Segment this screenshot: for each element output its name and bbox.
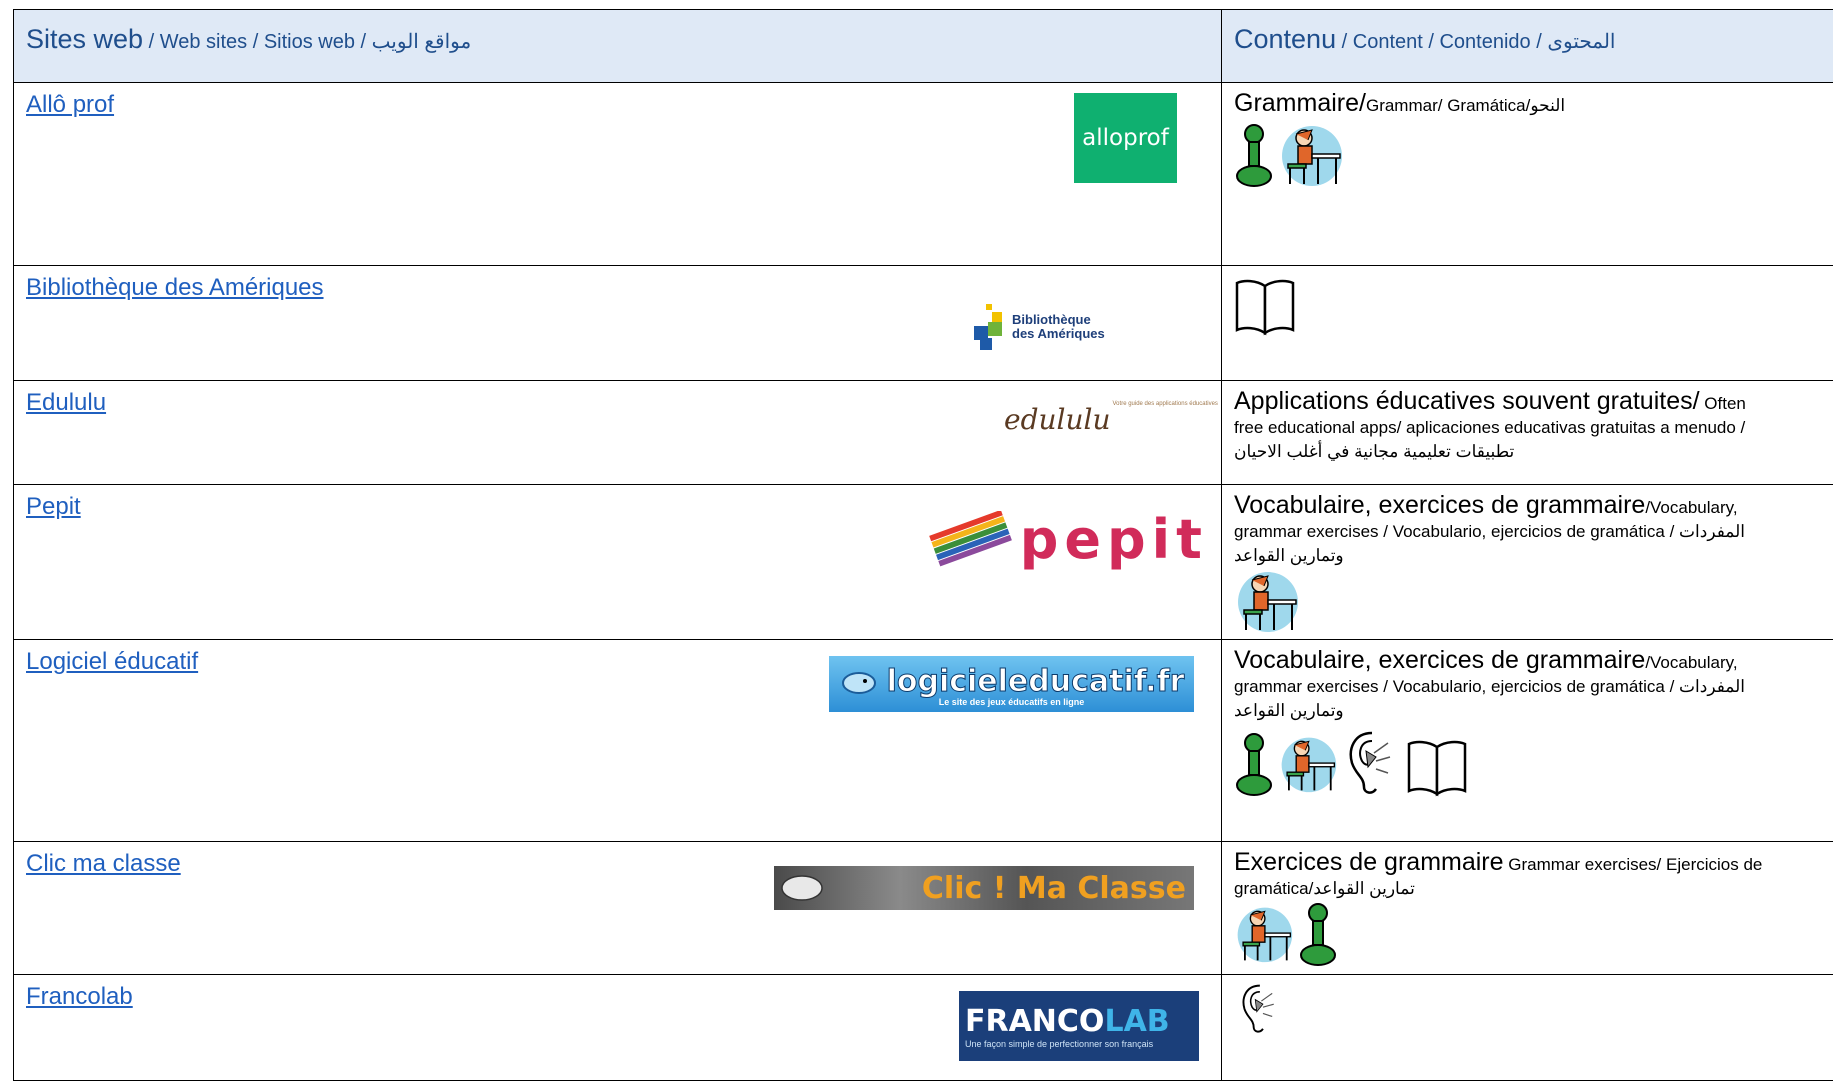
websites-table: Sites web / Web sites / Sitios web / موا… bbox=[13, 9, 1833, 1081]
table-row: Francolab FRANCOLAB Une façon simple de … bbox=[13, 974, 1833, 1081]
content-cell bbox=[1221, 265, 1833, 381]
student-desk-icon bbox=[1278, 122, 1344, 193]
content-cell: Applications éducatives souvent gratuite… bbox=[1221, 380, 1833, 485]
site-cell: Allô prof alloprof bbox=[13, 82, 1222, 266]
ear-icon bbox=[1342, 727, 1392, 802]
game-piece-icon bbox=[1234, 122, 1274, 193]
header-content: Contenu / Content / Contenido / المحتوى bbox=[1221, 9, 1833, 83]
content-cell: Vocabulaire, exercices de grammaire/Voca… bbox=[1221, 639, 1833, 842]
table-row: Bibliothèque des Amériques Bibliothèque … bbox=[13, 265, 1833, 381]
table-row: Logiciel éducatif logicieleducatif.fr Le… bbox=[13, 639, 1833, 842]
site-link-pepit[interactable]: Pepit bbox=[26, 493, 81, 521]
logiciel-educatif-logo: logicieleducatif.fr Le site des jeux édu… bbox=[829, 656, 1194, 712]
francolab-logo: FRANCOLAB Une façon simple de perfection… bbox=[959, 991, 1199, 1061]
game-piece-icon bbox=[1234, 731, 1274, 802]
clic-ma-classe-logo: Clic ! Ma Classe bbox=[774, 866, 1194, 910]
content-cell: Vocabulaire, exercices de grammaire/Voca… bbox=[1221, 484, 1833, 640]
bibliotheque-mark-icon bbox=[974, 304, 1002, 350]
site-cell: Bibliothèque des Amériques Bibliothèque … bbox=[13, 265, 1222, 381]
mouse-icon bbox=[781, 875, 823, 901]
site-link-bibliotheque[interactable]: Bibliothèque des Amériques bbox=[26, 274, 324, 302]
site-link-clic-ma-classe[interactable]: Clic ma classe bbox=[26, 850, 181, 878]
top-decoration bbox=[0, 0, 1833, 8]
pepit-logo: pepit bbox=[928, 503, 1208, 575]
book-icon bbox=[1406, 739, 1468, 802]
book-icon bbox=[1234, 278, 1296, 341]
site-cell: Pepit pepit bbox=[13, 484, 1222, 640]
site-cell: Edululu edululu Votre guide des applicat… bbox=[13, 380, 1222, 485]
table-row: Pepit pepit Vocabulaire, exercices de gr… bbox=[13, 484, 1833, 640]
site-link-alloprof[interactable]: Allô prof bbox=[26, 91, 114, 119]
student-desk-icon bbox=[1278, 731, 1338, 802]
header-sites: Sites web / Web sites / Sitios web / موا… bbox=[13, 9, 1222, 83]
alloprof-logo: alloprof bbox=[1074, 93, 1177, 183]
edululu-logo: edululu Votre guide des applications édu… bbox=[1004, 401, 1218, 436]
table-row: Allô prof alloprof Grammaire/Grammar/ Gr… bbox=[13, 82, 1833, 266]
site-cell: Logiciel éducatif logicieleducatif.fr Le… bbox=[13, 639, 1222, 842]
content-cell bbox=[1221, 974, 1833, 1081]
pencils-icon bbox=[929, 511, 1012, 567]
game-piece-icon bbox=[1298, 901, 1338, 972]
header-row: Sites web / Web sites / Sitios web / موا… bbox=[13, 9, 1833, 83]
student-desk-icon bbox=[1234, 901, 1294, 972]
site-link-edululu[interactable]: Edululu bbox=[26, 389, 106, 417]
dolphin-icon bbox=[841, 672, 876, 694]
site-link-francolab[interactable]: Francolab bbox=[26, 983, 133, 1011]
site-cell: Francolab FRANCOLAB Une façon simple de … bbox=[13, 974, 1222, 1081]
table-row: Edululu edululu Votre guide des applicat… bbox=[13, 380, 1833, 485]
bibliotheque-logo: Bibliothèque des Amériques bbox=[974, 302, 1124, 352]
student-desk-icon bbox=[1234, 568, 1300, 639]
content-cell: Exercices de grammaire Grammar exercises… bbox=[1221, 841, 1833, 975]
site-link-logiciel-educatif[interactable]: Logiciel éducatif bbox=[26, 648, 198, 676]
ear-icon bbox=[1234, 981, 1278, 1040]
table-row: Clic ma classe Clic ! Ma Classe Exercice… bbox=[13, 841, 1833, 975]
content-cell: Grammaire/Grammar/ Gramática/النحو bbox=[1221, 82, 1833, 266]
site-cell: Clic ma classe Clic ! Ma Classe bbox=[13, 841, 1222, 975]
